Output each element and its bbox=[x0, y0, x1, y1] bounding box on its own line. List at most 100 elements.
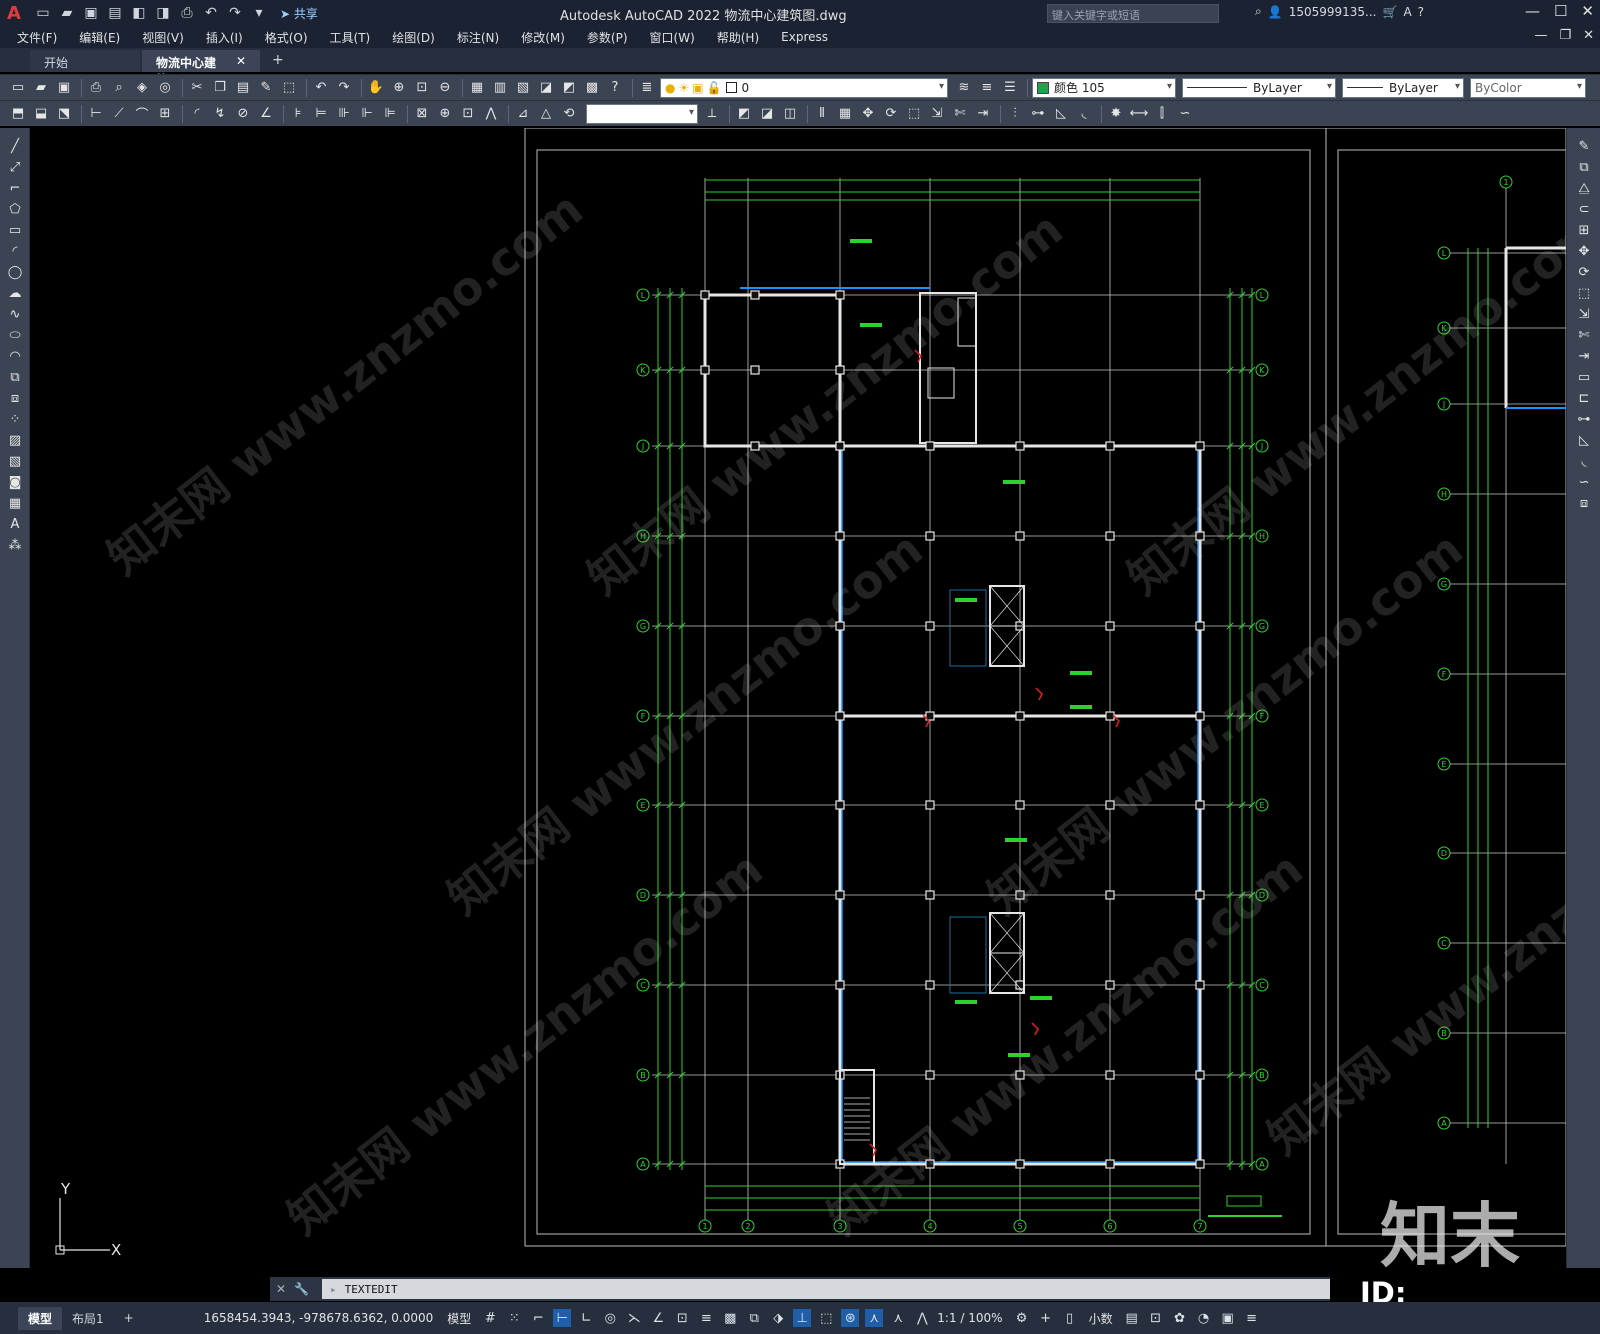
pan-icon[interactable]: ✋ bbox=[366, 78, 386, 98]
arc-icon[interactable]: ◜ bbox=[5, 241, 25, 261]
dim-diameter-icon[interactable]: ⊘ bbox=[233, 104, 253, 124]
add-selected-icon[interactable]: ⁂ bbox=[5, 535, 25, 555]
layer-states-icon[interactable]: ☰ bbox=[1000, 78, 1020, 98]
line-icon[interactable]: ╱ bbox=[5, 136, 25, 156]
autoscale-icon[interactable]: ⋏ bbox=[889, 1309, 907, 1327]
blend-icon[interactable]: ∽ bbox=[1175, 104, 1195, 124]
join-icon[interactable]: ⊶ bbox=[1028, 104, 1048, 124]
mtext-icon[interactable]: A bbox=[5, 514, 25, 534]
cut-icon[interactable]: ✂ bbox=[187, 78, 207, 98]
tolerance-icon[interactable]: ⊠ bbox=[412, 104, 432, 124]
design-center-icon[interactable]: ▥ bbox=[490, 78, 510, 98]
qnew-icon[interactable]: ▭ bbox=[8, 78, 28, 98]
doc-close-icon[interactable]: ✕ bbox=[1583, 28, 1594, 43]
blend-icon[interactable]: ∽ bbox=[1574, 472, 1594, 492]
block-editor-icon[interactable]: ⬚ bbox=[279, 78, 299, 98]
command-input[interactable]: ▸ TEXTEDIT bbox=[322, 1279, 1330, 1299]
menu-item[interactable]: 工具(T) bbox=[330, 29, 371, 46]
help-icon[interactable]: ? bbox=[605, 78, 625, 98]
new-tab-button[interactable]: + bbox=[262, 48, 294, 72]
dynamic-ucs-icon[interactable]: ⊥ bbox=[793, 1309, 812, 1327]
annotation-monitor-icon[interactable]: + bbox=[1037, 1309, 1055, 1327]
dim-jogged-icon[interactable]: ↯ bbox=[210, 104, 230, 124]
stretch-icon[interactable]: ⇲ bbox=[1574, 304, 1594, 324]
new-file-icon[interactable]: ▭ bbox=[34, 4, 52, 22]
undo-icon[interactable]: ↶ bbox=[202, 4, 220, 22]
mirror-icon[interactable]: ◫ bbox=[780, 104, 800, 124]
annotation-visibility-icon[interactable]: ⋏ bbox=[865, 1309, 884, 1327]
properties-icon[interactable]: ▦ bbox=[467, 78, 487, 98]
chamfer-icon[interactable]: ◺ bbox=[1574, 430, 1594, 450]
add-layout-button[interactable]: + bbox=[114, 1308, 144, 1328]
customize-icon[interactable]: ≡ bbox=[1243, 1309, 1261, 1327]
move-icon[interactable]: ✥ bbox=[1574, 241, 1594, 261]
polar-icon[interactable]: ◎ bbox=[601, 1309, 619, 1327]
redo-icon[interactable]: ↷ bbox=[226, 4, 244, 22]
erase-icon[interactable]: ✎ bbox=[1574, 136, 1594, 156]
dim-edit-icon[interactable]: ⊿ bbox=[513, 104, 533, 124]
table-icon[interactable]: ▦ bbox=[5, 493, 25, 513]
menu-item[interactable]: 标注(N) bbox=[457, 29, 499, 46]
close-icon[interactable]: ✕ bbox=[276, 1282, 286, 1296]
copy-icon[interactable]: ❐ bbox=[210, 78, 230, 98]
circle-icon[interactable]: ◯ bbox=[5, 262, 25, 282]
break-at-point-icon[interactable]: ▭ bbox=[1574, 367, 1594, 387]
search-input[interactable]: 键入关键字或短语 bbox=[1047, 4, 1219, 23]
construction-line-icon[interactable]: ⤢ bbox=[5, 157, 25, 177]
open-web-icon[interactable]: ◧ bbox=[130, 4, 148, 22]
scale-icon[interactable]: ⬚ bbox=[1574, 283, 1594, 303]
search-icon[interactable]: ⌕ bbox=[1255, 4, 1262, 19]
fillet-icon[interactable]: ◟ bbox=[1074, 104, 1094, 124]
dynamic-input-icon[interactable]: ⊢ bbox=[553, 1309, 572, 1327]
save-as-icon[interactable]: ▤ bbox=[106, 4, 124, 22]
tab-start[interactable]: 开始 bbox=[30, 50, 140, 72]
rotate-icon[interactable]: ⟳ bbox=[1574, 262, 1594, 282]
point-icon[interactable]: ⁘ bbox=[5, 409, 25, 429]
dim-ordinate-icon[interactable]: ⊞ bbox=[155, 104, 175, 124]
polygon-icon[interactable]: ⬠ bbox=[5, 199, 25, 219]
gizmo-icon[interactable]: ⊛ bbox=[841, 1309, 860, 1327]
close-icon[interactable]: ✕ bbox=[1581, 2, 1594, 20]
snap-icon[interactable]: ⁙ bbox=[505, 1309, 523, 1327]
clean-screen-icon[interactable]: ▣ bbox=[1219, 1309, 1237, 1327]
explode-icon[interactable]: ⧈ bbox=[1574, 493, 1594, 513]
zoom-window-icon[interactable]: ⊡ bbox=[412, 78, 432, 98]
drawing-canvas[interactable]: LLKKJJHHGGFFEEDDCCBBAA1234567LKJHGFEDCBA… bbox=[30, 128, 1566, 1268]
transparency-icon[interactable]: ▩ bbox=[721, 1309, 739, 1327]
scale-icon[interactable]: ⬚ bbox=[904, 104, 924, 124]
dim-break-icon[interactable]: ⊫ bbox=[380, 104, 400, 124]
sheet-set-icon[interactable]: ◪ bbox=[536, 78, 556, 98]
zoom-previous-icon[interactable]: ⊖ bbox=[435, 78, 455, 98]
dim-style-icon[interactable]: ⟂ bbox=[702, 104, 722, 124]
dim-space-icon[interactable]: ⊩ bbox=[357, 104, 377, 124]
save-icon[interactable]: ▣ bbox=[54, 78, 74, 98]
object-snap-icon[interactable]: ⊡ bbox=[673, 1309, 691, 1327]
dim-baseline-icon[interactable]: ⊨ bbox=[311, 104, 331, 124]
layer-previous-icon[interactable]: ≡ bbox=[977, 78, 997, 98]
wrench-icon[interactable]: 🔧 bbox=[294, 1282, 309, 1296]
save-web-icon[interactable]: ◨ bbox=[154, 4, 172, 22]
hatch-icon[interactable]: ▨ bbox=[5, 430, 25, 450]
workspace-gear-icon[interactable]: ⚙ bbox=[1013, 1309, 1031, 1327]
spline-icon[interactable]: ∿ bbox=[5, 304, 25, 324]
open-icon[interactable]: ▰ bbox=[31, 78, 51, 98]
offset-icon[interactable]: ⊂ bbox=[1574, 199, 1594, 219]
isolate-objects-icon[interactable]: ✿ bbox=[1171, 1309, 1189, 1327]
align-icon[interactable]: ⫿ bbox=[1152, 104, 1172, 124]
menu-item[interactable]: 窗口(W) bbox=[650, 29, 695, 46]
doc-restore-icon[interactable]: ❐ bbox=[1559, 28, 1571, 43]
menu-item[interactable]: 编辑(E) bbox=[79, 29, 120, 46]
fillet-icon[interactable]: ◟ bbox=[1574, 451, 1594, 471]
linetype-dropdown[interactable]: ByLayer bbox=[1182, 77, 1336, 98]
menu-item[interactable]: 帮助(H) bbox=[717, 29, 759, 46]
dim-continue-icon[interactable]: ⊪ bbox=[334, 104, 354, 124]
dim-update-icon[interactable]: ⟲ bbox=[559, 104, 579, 124]
break-icon[interactable]: ⊏ bbox=[1574, 388, 1594, 408]
region-icon[interactable]: ◙ bbox=[5, 472, 25, 492]
customize-qat-icon[interactable]: ▾ bbox=[250, 4, 268, 22]
color-dropdown[interactable]: 颜色 105 bbox=[1032, 77, 1176, 98]
quick-dim-icon[interactable]: ⊧ bbox=[288, 104, 308, 124]
jogged-linear-icon[interactable]: ⋀ bbox=[481, 104, 501, 124]
menu-item[interactable]: 视图(V) bbox=[142, 29, 184, 46]
break-icon[interactable]: ⫶ bbox=[1005, 104, 1025, 124]
